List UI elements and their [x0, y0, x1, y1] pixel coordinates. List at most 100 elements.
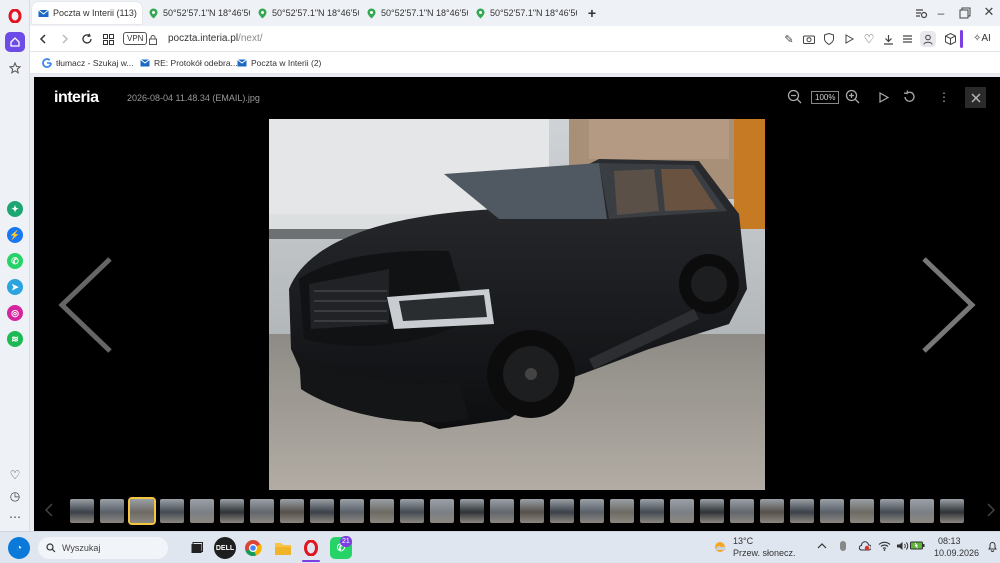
task-view-icon[interactable]	[186, 537, 208, 559]
thumbnail[interactable]	[340, 499, 364, 523]
next-image-arrow[interactable]	[920, 257, 976, 356]
windows-taskbar: ◔ Wyszukaj DELL ✆ 21 13°C Przew. słonecz…	[0, 531, 1000, 563]
tabs-grid-icon[interactable]	[101, 32, 115, 46]
ai-button[interactable]: ✧AI	[973, 33, 991, 44]
file-explorer-icon[interactable]	[272, 537, 294, 559]
telegram-icon[interactable]: ➤	[7, 279, 23, 295]
whatsapp-icon[interactable]: ✆	[7, 253, 23, 269]
thumbnail[interactable]	[160, 499, 184, 523]
dell-icon[interactable]: DELL	[214, 537, 236, 559]
minimize-icon[interactable]: –	[934, 6, 948, 20]
reload-icon[interactable]	[80, 32, 94, 46]
thumbnail[interactable]	[580, 499, 604, 523]
thumbnail[interactable]	[670, 499, 694, 523]
tab-maps-4[interactable]: 50°52'57.1"N 18°46'56.7"E	[469, 2, 577, 24]
thumbs-next-icon[interactable]	[986, 503, 996, 520]
spotify-icon[interactable]: ≋	[7, 331, 23, 347]
tab-maps-2[interactable]: 50°52'57.1"N 18°46'56.7"E	[251, 2, 359, 24]
chrome-icon[interactable]	[242, 537, 264, 559]
heart-icon[interactable]: ♡	[862, 32, 876, 46]
thumbnail[interactable]	[820, 499, 844, 523]
vpn-badge[interactable]: VPN	[123, 32, 148, 45]
home-icon[interactable]	[5, 32, 25, 52]
rotate-icon[interactable]	[902, 90, 916, 107]
thumbnail[interactable]	[610, 499, 634, 523]
thumbs-prev-icon[interactable]	[44, 503, 54, 520]
messenger-icon[interactable]: ⚡	[7, 227, 23, 243]
cube-icon[interactable]	[943, 32, 957, 46]
more-icon[interactable]: ⋯	[5, 507, 25, 527]
thumbnail[interactable]	[760, 499, 784, 523]
tab-interia-mail[interactable]: Poczta w Interii (113)	[32, 2, 142, 24]
bookmark-item[interactable]: tłumacz - Szukaj w...	[42, 56, 133, 70]
thumbnail[interactable]	[400, 499, 424, 523]
thumbnail[interactable]	[190, 499, 214, 523]
thumbnail[interactable]	[100, 499, 124, 523]
zoom-in-icon[interactable]	[845, 89, 860, 107]
thumbnail[interactable]	[460, 499, 484, 523]
more-options-icon[interactable]: ⋮	[938, 90, 950, 104]
thumbnail[interactable]	[880, 499, 904, 523]
thumbnail[interactable]	[790, 499, 814, 523]
history-icon[interactable]: ◷	[5, 486, 25, 506]
opera-menu-icon[interactable]	[5, 6, 25, 26]
thumbnail[interactable]	[910, 499, 934, 523]
speaker-icon[interactable]	[896, 541, 909, 554]
profile-icon[interactable]	[920, 31, 936, 47]
edit-icon[interactable]: ✎	[782, 32, 796, 46]
tab-bar: Poczta w Interii (113) 50°52'57.1"N 18°4…	[30, 0, 1000, 26]
widgets-icon[interactable]: ◔	[8, 537, 30, 559]
thumbnail[interactable]	[700, 499, 724, 523]
zoom-out-icon[interactable]	[787, 89, 802, 107]
thumbnail[interactable]	[940, 499, 964, 523]
thumbnail[interactable]	[70, 499, 94, 523]
chatgpt-icon[interactable]: ✦	[7, 201, 23, 217]
thumbnail[interactable]	[128, 497, 156, 525]
restore-icon[interactable]	[958, 6, 972, 20]
new-tab-button[interactable]: +	[583, 2, 601, 24]
thumbnail[interactable]	[280, 499, 304, 523]
thumbnail[interactable]	[520, 499, 544, 523]
slideshow-play-icon[interactable]	[879, 91, 890, 106]
tab-maps-3[interactable]: 50°52'57.1"N 18°46'56.7"E	[360, 2, 468, 24]
thumbnail[interactable]	[310, 499, 334, 523]
play-icon[interactable]	[842, 32, 856, 46]
bookmark-item[interactable]: Poczta w Interii (2)	[237, 56, 321, 70]
taskbar-search[interactable]: Wyszukaj	[38, 537, 168, 559]
thumbnail[interactable]	[370, 499, 394, 523]
notifications-bell-icon[interactable]	[988, 541, 997, 555]
thumbnail[interactable]	[730, 499, 754, 523]
close-viewer-button[interactable]	[965, 87, 986, 108]
menu-icon[interactable]	[900, 32, 914, 46]
tab-search-icon[interactable]	[914, 6, 928, 20]
shield-icon[interactable]	[822, 32, 836, 46]
thumbnail[interactable]	[220, 499, 244, 523]
thumbnail[interactable]	[430, 499, 454, 523]
download-icon[interactable]	[881, 32, 895, 46]
tab-maps-1[interactable]: 50°52'57.1"N 18°46'56.7"E	[142, 2, 250, 24]
back-icon[interactable]	[36, 32, 50, 46]
wifi-icon[interactable]	[878, 541, 891, 554]
url-field[interactable]: poczta.interia.pl/next/	[168, 33, 263, 44]
bookmark-item[interactable]: RE: Protokół odebra...	[140, 56, 238, 70]
battery-icon[interactable]	[910, 540, 925, 554]
star-icon[interactable]	[5, 58, 25, 78]
thumbnail[interactable]	[550, 499, 574, 523]
lock-icon[interactable]	[146, 32, 160, 46]
forward-icon[interactable]	[58, 32, 72, 46]
thumbnail[interactable]	[640, 499, 664, 523]
thumbnail[interactable]	[850, 499, 874, 523]
chevron-up-icon[interactable]	[817, 541, 827, 552]
previous-image-arrow[interactable]	[58, 257, 114, 356]
cloud-sync-icon[interactable]	[858, 541, 872, 554]
address-bar: VPN poczta.interia.pl/next/ ✎ ♡ ✧AI	[30, 26, 1000, 52]
opera-icon[interactable]	[300, 537, 322, 559]
camera-icon[interactable]	[802, 32, 816, 46]
weather-sun-icon[interactable]	[712, 539, 728, 558]
thumbnail[interactable]	[250, 499, 274, 523]
close-window-icon[interactable]: ✕	[982, 5, 996, 19]
heart-icon[interactable]: ♡	[5, 465, 25, 485]
recording-icon[interactable]	[838, 540, 848, 555]
instagram-icon[interactable]: ◎	[7, 305, 23, 321]
thumbnail[interactable]	[490, 499, 514, 523]
